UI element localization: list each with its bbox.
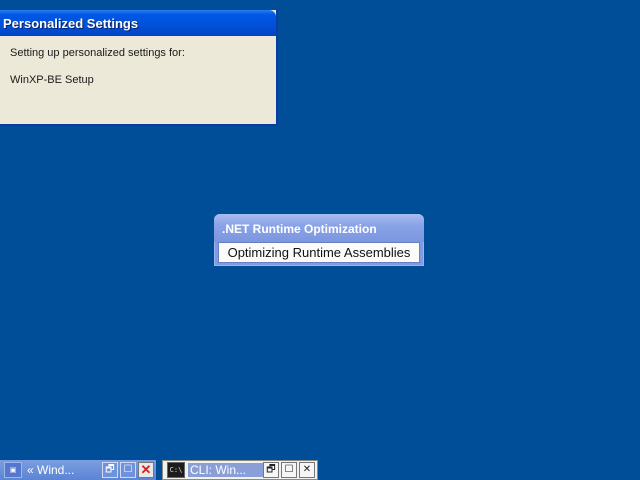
net-runtime-optimization-window: .NET Runtime Optimization Optimizing Run… — [214, 214, 424, 266]
cmd-icon: C:\ — [167, 462, 185, 478]
personalized-settings-body: Setting up personalized settings for: Wi… — [0, 36, 276, 96]
cli-close-button[interactable]: ✕ — [299, 462, 315, 478]
taskbar-item-setup[interactable]: ▣ « Wind... 🗗 ☐ ✕ — [0, 460, 156, 480]
restore-button[interactable]: 🗗 — [102, 462, 118, 478]
cli-maximize-button[interactable]: ☐ — [281, 462, 297, 478]
net-runtime-status: Optimizing Runtime Assemblies — [218, 242, 420, 263]
taskbar-item-cli-label: CLI: Win... — [188, 463, 263, 477]
personalized-settings-window: Personalized Settings Setting up persona… — [0, 10, 278, 126]
desktop: Personalized Settings Setting up persona… — [0, 0, 640, 480]
setup-target: WinXP-BE Setup — [10, 74, 94, 86]
net-runtime-optimization-title: .NET Runtime Optimization — [214, 214, 424, 242]
taskbar-item-cli[interactable]: C:\ CLI: Win... 🗗 ☐ ✕ — [162, 460, 318, 480]
taskbar-item-setup-label: « Wind... — [27, 463, 75, 477]
maximize-button[interactable]: ☐ — [120, 462, 136, 478]
cli-restore-button[interactable]: 🗗 — [263, 462, 279, 478]
close-button[interactable]: ✕ — [138, 462, 154, 478]
personalized-settings-title: Personalized Settings — [0, 10, 276, 36]
setup-icon: ▣ — [4, 462, 22, 478]
setup-message: Setting up personalized settings for: — [10, 47, 185, 59]
